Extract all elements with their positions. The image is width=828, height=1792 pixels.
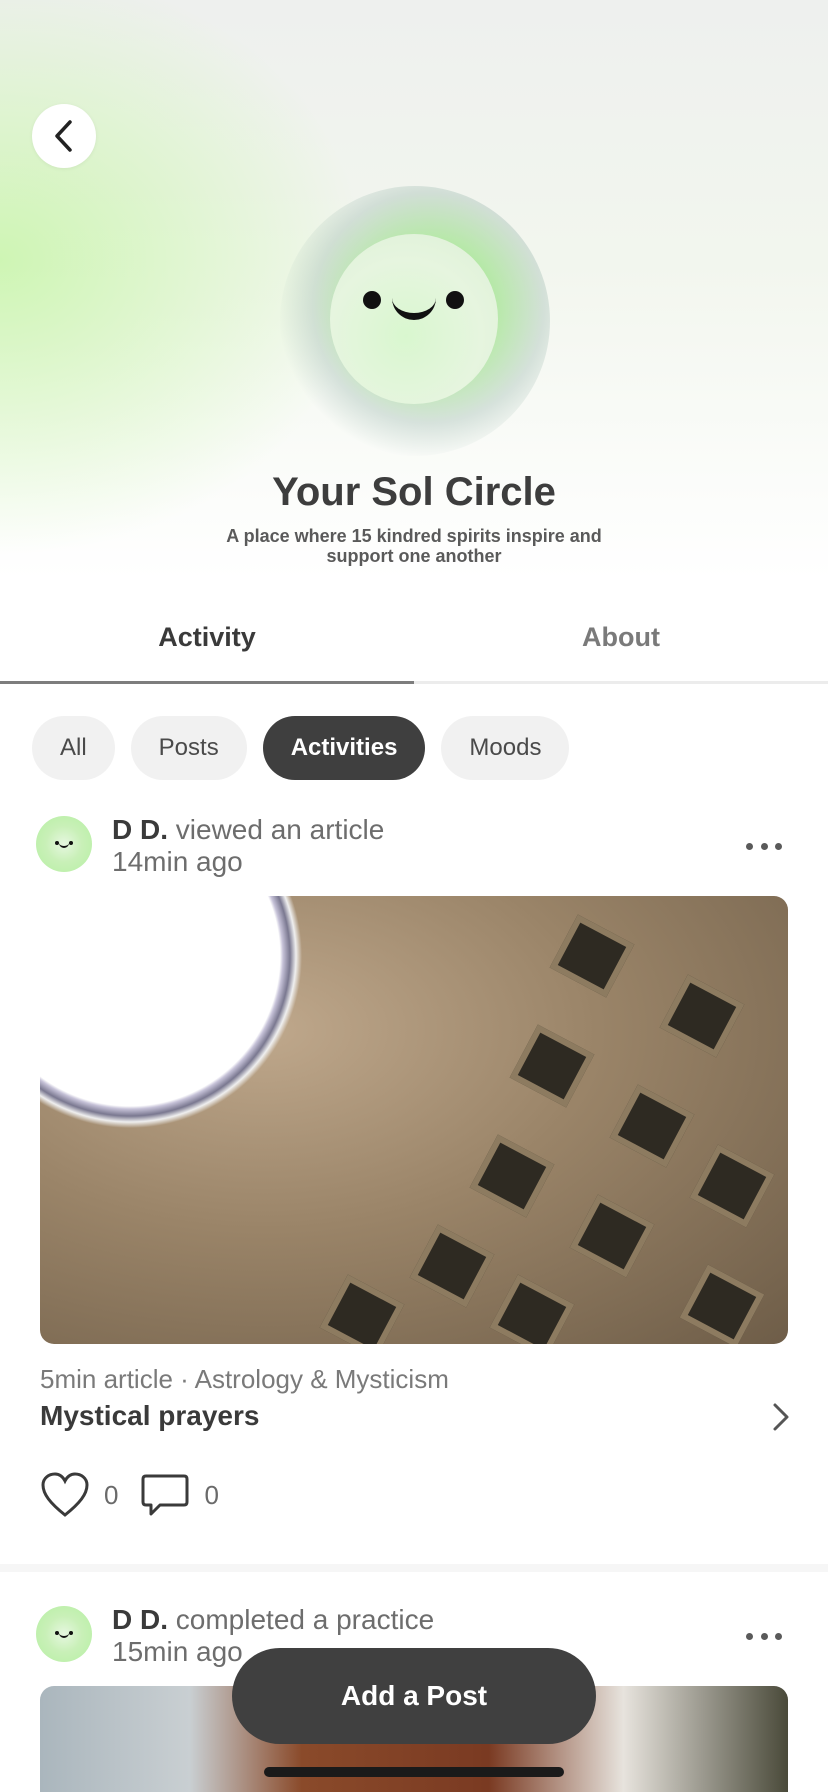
- filter-all[interactable]: All: [32, 716, 115, 780]
- post-action: viewed an article: [175, 814, 385, 845]
- avatar-eye-right: [446, 291, 464, 309]
- post-timestamp: 15min ago: [112, 1636, 243, 1667]
- dot-icon: [746, 1632, 753, 1640]
- dot-icon: [760, 842, 768, 850]
- filter-activities[interactable]: Activities: [262, 716, 426, 780]
- avatar[interactable]: [36, 816, 92, 872]
- image-detail: [469, 1134, 555, 1218]
- filter-moods[interactable]: Moods: [441, 716, 570, 780]
- reaction-bar: 0 0: [40, 1472, 241, 1518]
- circle-screen: Your Sol Circle A place where 15 kindred…: [0, 0, 828, 1792]
- avatar-smile: [392, 294, 436, 320]
- post-author[interactable]: D D.: [112, 814, 168, 845]
- page-subtitle: A place where 15 kindred spirits inspire…: [226, 526, 602, 566]
- article-image[interactable]: [40, 896, 788, 1344]
- image-detail: [679, 1264, 765, 1344]
- post-action: completed a practice: [175, 1604, 435, 1635]
- dot-icon: [760, 1632, 768, 1640]
- chevron-left-icon: [55, 120, 72, 152]
- article-meta: 5min article · Astrology & Mysticism: [40, 1364, 449, 1394]
- dot-icon: [746, 842, 753, 850]
- filter-posts[interactable]: Posts: [130, 716, 247, 780]
- post-author[interactable]: D D.: [112, 1604, 168, 1635]
- avatar-eye-left: [363, 291, 381, 309]
- image-detail: [409, 1224, 495, 1308]
- avatar-eye-right: [69, 1631, 73, 1635]
- tab-activity[interactable]: Activity: [0, 596, 414, 684]
- comment-icon[interactable]: [140, 1472, 190, 1518]
- add-post-button[interactable]: Add a Post: [232, 1648, 596, 1744]
- feed-divider: [0, 1564, 828, 1572]
- avatar-smile: [59, 842, 69, 848]
- image-detail: [569, 1194, 655, 1278]
- dot-icon: [775, 842, 782, 850]
- filter-chips: All Posts Activities Moods: [32, 716, 570, 780]
- image-detail: [689, 1144, 775, 1228]
- tab-bar: Activity About: [0, 596, 828, 684]
- dot-icon: [775, 1632, 782, 1640]
- post-header: D D. viewed an article: [112, 814, 384, 846]
- post-header: D D. completed a practice: [112, 1604, 434, 1636]
- image-detail: [549, 914, 635, 998]
- page-title: Your Sol Circle: [272, 470, 556, 514]
- image-detail: [509, 1024, 595, 1108]
- article-title[interactable]: Mystical prayers: [40, 1400, 259, 1432]
- avatar-eye-right: [69, 841, 73, 845]
- like-count: 0: [104, 1479, 119, 1510]
- hero-header: Your Sol Circle A place where 15 kindred…: [0, 0, 828, 580]
- image-detail: [609, 1084, 695, 1168]
- chevron-right-icon[interactable]: [768, 1402, 794, 1432]
- home-indicator[interactable]: [264, 1767, 564, 1777]
- more-options-button[interactable]: [746, 836, 782, 856]
- back-button[interactable]: [32, 104, 96, 168]
- image-detail: [319, 1274, 405, 1344]
- post-timestamp: 14min ago: [112, 846, 243, 877]
- avatar[interactable]: [36, 1606, 92, 1662]
- avatar-smile: [59, 1632, 69, 1638]
- comment-count: 0: [204, 1479, 219, 1510]
- circle-avatar: [330, 234, 498, 404]
- tab-about[interactable]: About: [414, 596, 828, 681]
- image-detail: [489, 1274, 575, 1344]
- more-options-button[interactable]: [746, 1626, 782, 1646]
- image-detail: [659, 974, 745, 1058]
- heart-icon[interactable]: [40, 1472, 90, 1518]
